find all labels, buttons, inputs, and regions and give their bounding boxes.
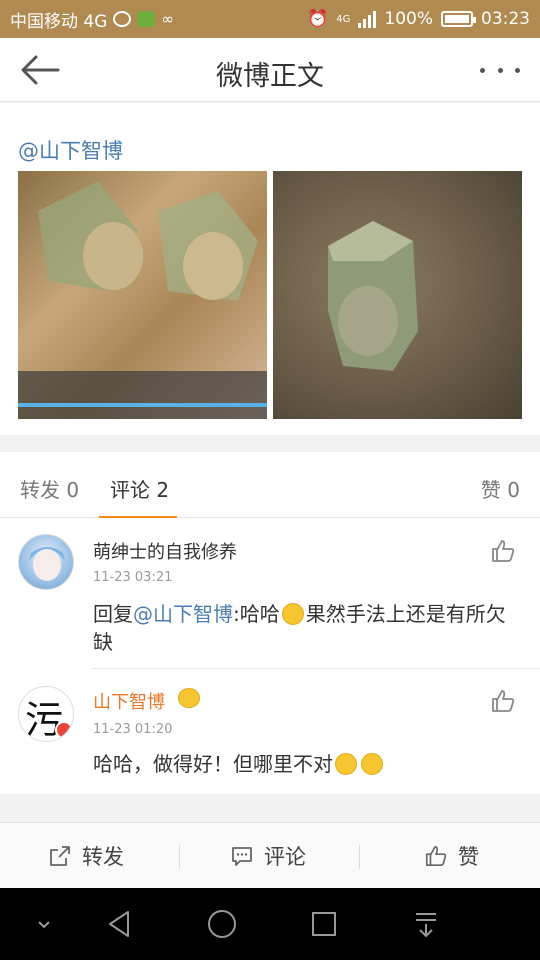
more-dot-icon <box>515 67 520 73</box>
comment-author-name[interactable]: 山下智博 <box>93 688 165 714</box>
bottom-action-bar: 转发 评论 赞 <box>0 822 540 888</box>
divider <box>359 845 360 869</box>
status-right: ⏰ 4G 100% 03:23 <box>307 9 530 29</box>
hide-nav-button[interactable] <box>26 906 62 942</box>
link-icon: ∞ <box>161 10 174 28</box>
thumbs-up-icon <box>425 845 447 867</box>
avatar[interactable] <box>18 534 74 590</box>
more-dot-icon <box>480 67 485 73</box>
surprised-emoji-icon <box>335 753 357 775</box>
repost-button[interactable]: 转发 <box>48 823 124 889</box>
back-button[interactable] <box>18 52 62 88</box>
back-arrow-icon <box>21 55 60 85</box>
home-button[interactable] <box>204 906 240 942</box>
interaction-tabs: 转发 0 评论 2 赞 0 <box>0 452 540 519</box>
like-label: 赞 <box>458 845 479 869</box>
like-button[interactable]: 赞 <box>424 823 479 889</box>
square-recents-icon <box>312 912 336 936</box>
surprised-emoji-icon <box>361 753 383 775</box>
comment-item: 萌绅士的自我修养 11-23 03:21 回复@山下智博:哈哈 果然手法上还是有所… <box>0 518 540 668</box>
folded-money-photo <box>328 221 418 371</box>
back-system-button[interactable] <box>102 906 138 942</box>
mention-link[interactable]: @山下智博 <box>133 602 233 626</box>
repost-label: 转发 <box>82 845 124 869</box>
comment-label: 评论 <box>264 845 306 869</box>
alarm-icon: ⏰ <box>307 9 329 29</box>
reply-prefix: 回复 <box>93 602 133 626</box>
comment-text: 回复@山下智博:哈哈 果然手法上还是有所欠缺 <box>93 600 523 656</box>
divider <box>179 845 180 869</box>
carrier-label: 中国移动 4G <box>10 11 108 32</box>
more-options-button[interactable] <box>480 58 520 82</box>
network-label: 4G <box>336 13 351 25</box>
comment-timestamp: 11-23 03:21 <box>93 570 173 585</box>
folded-money-photo <box>18 181 267 419</box>
comment-item: 污 山下智博 11-23 01:20 哈哈，做得好！但哪里不对 <box>0 668 540 794</box>
anime-avatar-image <box>29 547 65 581</box>
comment-bubble-icon <box>232 847 252 866</box>
more-dot-icon <box>497 67 503 73</box>
verified-badge-icon <box>55 721 73 739</box>
data-saver-icon <box>113 11 132 27</box>
comment-text-part: 哈哈，做得好！但哪里不对 <box>93 752 333 776</box>
thumbs-up-icon <box>492 540 515 562</box>
circle-home-icon <box>208 910 236 938</box>
vip-crown-icon <box>178 688 200 708</box>
comment-author-name[interactable]: 萌绅士的自我修养 <box>93 538 237 564</box>
comment-like-button[interactable] <box>490 538 516 564</box>
chevron-down-icon <box>38 921 50 929</box>
comment-like-button[interactable] <box>490 688 516 714</box>
tab-comments[interactable]: 评论 2 <box>110 474 169 503</box>
comment-list: 萌绅士的自我修养 11-23 03:21 回复@山下智博:哈哈 果然手法上还是有所… <box>0 518 540 794</box>
share-out-icon <box>50 846 70 866</box>
post-card: @山下智博 <box>0 103 540 435</box>
app-notification-icon <box>137 11 156 27</box>
battery-icon <box>441 11 476 27</box>
status-left: 中国移动 4G ∞ <box>10 7 307 32</box>
triangle-back-icon <box>109 911 129 937</box>
tab-reposts[interactable]: 转发 0 <box>20 474 79 503</box>
comment-text: 哈哈，做得好！但哪里不对 <box>93 750 523 778</box>
status-bar: 中国移动 4G ∞ ⏰ 4G 100% 03:23 <box>0 0 540 38</box>
battery-label: 100% <box>384 9 433 29</box>
thumbs-up-icon <box>492 690 515 712</box>
post-photo-2[interactable] <box>273 171 522 419</box>
comment-timestamp: 11-23 01:20 <box>93 722 173 737</box>
tab-likes[interactable]: 赞 0 <box>481 474 520 503</box>
comment-button[interactable]: 评论 <box>230 823 306 889</box>
clock-label: 03:23 <box>481 9 530 29</box>
pull-down-icon <box>416 913 436 938</box>
avatar[interactable]: 污 <box>18 686 74 742</box>
top-nav-bar: 微博正文 <box>0 38 540 102</box>
signal-icon <box>358 10 377 28</box>
notification-pull-button[interactable] <box>408 906 444 942</box>
grin-emoji-icon <box>281 603 304 625</box>
post-photo-1[interactable] <box>18 171 267 419</box>
post-author-mention[interactable]: @山下智博 <box>18 135 123 165</box>
recents-button[interactable] <box>306 906 342 942</box>
page-title: 微博正文 <box>216 61 324 92</box>
comment-text-part: :哈哈 <box>233 602 280 626</box>
system-navigation-bar <box>0 888 540 960</box>
